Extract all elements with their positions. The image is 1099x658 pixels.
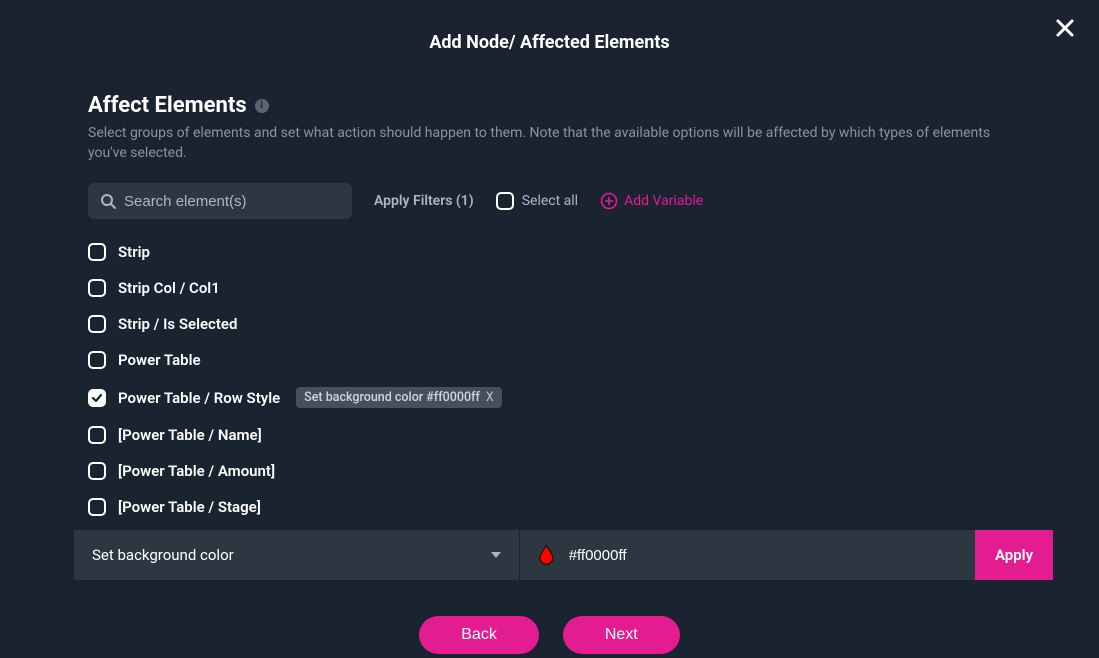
element-label: Power Table: [118, 351, 201, 369]
apply-filters-link[interactable]: Apply Filters (1): [374, 193, 474, 209]
element-label: Power Table / Row Style: [118, 389, 280, 407]
add-variable-button[interactable]: Add Variable: [600, 192, 703, 210]
dialog-title: Add Node/ Affected Elements: [0, 0, 1099, 53]
element-list-row: Strip Col / Col1: [88, 279, 1011, 297]
section-title: Affect Elements: [88, 93, 247, 118]
element-checkbox[interactable]: [88, 315, 106, 333]
select-all-label: Select all: [522, 193, 578, 209]
close-icon: [1055, 18, 1075, 38]
select-all-toggle[interactable]: Select all: [496, 192, 578, 210]
element-label: [Power Table / Name]: [118, 426, 262, 444]
element-checkbox[interactable]: [88, 498, 106, 516]
color-input-field[interactable]: [520, 530, 975, 580]
element-checkbox[interactable]: [88, 462, 106, 480]
element-label: Strip: [118, 243, 150, 261]
info-icon[interactable]: i: [255, 99, 269, 113]
element-list-row: Strip / Is Selected: [88, 315, 1011, 333]
element-list-row: [Power Table / Stage]: [88, 498, 1011, 516]
search-input[interactable]: [124, 193, 340, 210]
element-label: Strip / Is Selected: [118, 315, 237, 333]
search-field[interactable]: [88, 183, 352, 219]
element-label: [Power Table / Stage]: [118, 498, 261, 516]
search-icon: [100, 193, 116, 209]
section-description: Select groups of elements and set what a…: [88, 124, 1011, 163]
element-checkbox[interactable]: [88, 243, 106, 261]
close-button[interactable]: [1055, 18, 1075, 42]
back-button[interactable]: Back: [419, 616, 539, 654]
element-list-row: Power Table: [88, 351, 1011, 369]
element-list-row: Power Table / Row Style Set background co…: [88, 387, 1011, 408]
check-icon: [91, 392, 103, 404]
apply-button[interactable]: Apply: [975, 530, 1053, 580]
element-checkbox[interactable]: [88, 351, 106, 369]
element-checkbox[interactable]: [88, 279, 106, 297]
tag-text: Set background color #ff0000ff: [304, 390, 480, 405]
add-variable-label: Add Variable: [624, 193, 703, 209]
element-label: [Power Table / Amount]: [118, 462, 275, 480]
element-label: Strip Col / Col1: [118, 279, 220, 297]
element-checkbox[interactable]: [88, 426, 106, 444]
color-value-input[interactable]: [569, 547, 957, 564]
next-button[interactable]: Next: [563, 616, 680, 654]
action-select-label: Set background color: [92, 546, 234, 564]
element-action-tag: Set background color #ff0000ff X: [296, 387, 502, 408]
element-list-row: [Power Table / Name]: [88, 426, 1011, 444]
action-select[interactable]: Set background color: [74, 530, 520, 580]
element-checkbox[interactable]: [88, 389, 106, 407]
drop-icon: [538, 544, 555, 566]
select-all-checkbox[interactable]: [496, 192, 514, 210]
element-list-row: [Power Table / Amount]: [88, 462, 1011, 480]
plus-circle-icon: [600, 192, 618, 210]
tag-remove-icon[interactable]: X: [486, 390, 494, 405]
chevron-down-icon: [491, 552, 501, 558]
element-list-row: Strip: [88, 243, 1011, 261]
